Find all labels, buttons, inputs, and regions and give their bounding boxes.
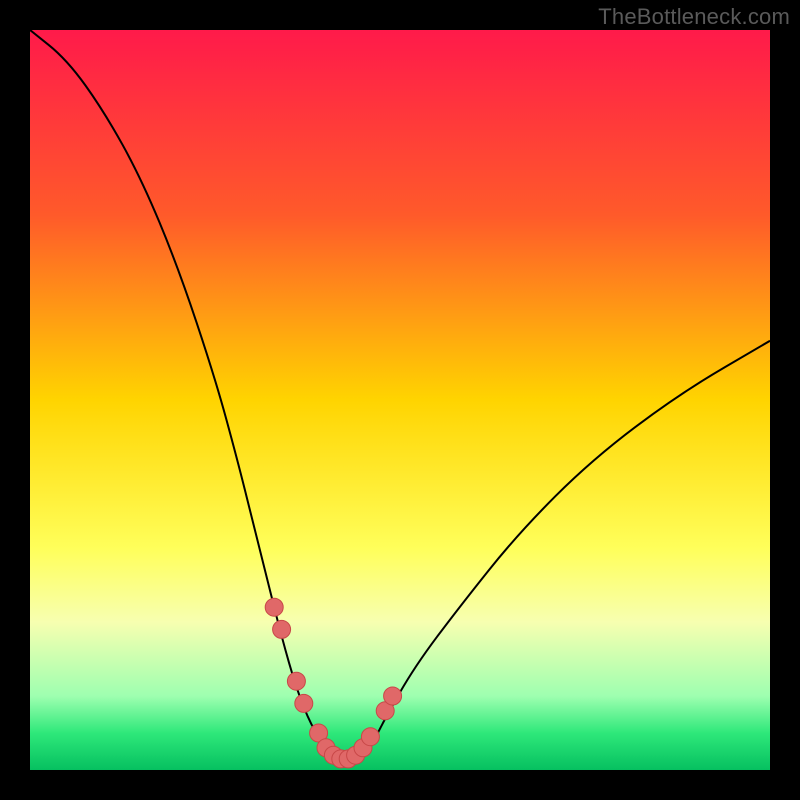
curve-marker [295,694,313,712]
curve-marker [384,687,402,705]
plot-svg [30,30,770,770]
watermark-text: TheBottleneck.com [598,4,790,30]
plot-area [30,30,770,770]
chart-frame: TheBottleneck.com [0,0,800,800]
curve-marker [265,598,283,616]
gradient-background [30,30,770,770]
curve-marker [361,728,379,746]
curve-marker [273,620,291,638]
curve-marker [287,672,305,690]
